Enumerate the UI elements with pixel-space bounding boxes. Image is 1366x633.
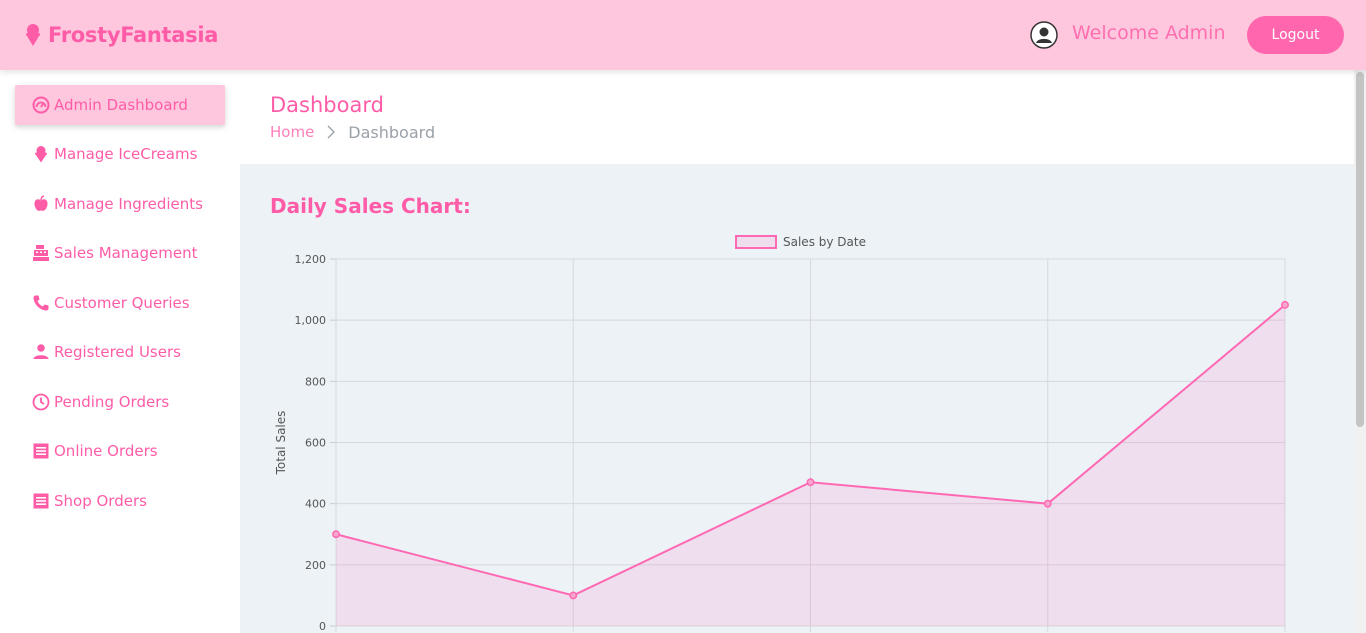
sidebar-item-label: Manage IceCreams xyxy=(54,145,198,163)
legend-swatch xyxy=(735,235,777,249)
dashboard-icon xyxy=(32,96,50,114)
brand-name: FrostyFantasia xyxy=(48,23,219,47)
welcome-text: Welcome Admin xyxy=(1072,22,1226,44)
sidebar-item-label: Online Orders xyxy=(54,442,158,460)
y-axis-label: Total Sales xyxy=(274,411,288,476)
sidebar-item-manage-ingredients[interactable]: Manage Ingredients xyxy=(15,184,225,224)
apple-icon xyxy=(34,195,48,211)
sidebar-item-sales-management[interactable]: Sales Management xyxy=(15,233,225,273)
y-tick-label: 800 xyxy=(305,375,326,388)
logout-button[interactable]: Logout xyxy=(1247,16,1344,54)
ice-cream-icon xyxy=(35,146,47,163)
scrollbar-thumb[interactable] xyxy=(1356,72,1364,427)
sidebar-item-label: Manage Ingredients xyxy=(54,195,203,213)
clock-icon xyxy=(32,393,50,411)
y-tick-label: 200 xyxy=(305,559,326,572)
cash-register-icon xyxy=(33,245,49,261)
sidebar-item-manage-icecreams[interactable]: Manage IceCreams xyxy=(15,134,225,174)
data-point xyxy=(1281,300,1289,309)
sidebar-item-label: Shop Orders xyxy=(54,492,147,510)
data-point xyxy=(569,591,578,600)
main-content: Daily Sales Chart: 0 200 400 600 800 1,000 1,2… xyxy=(240,164,1354,633)
user-avatar-icon[interactable] xyxy=(1030,21,1058,49)
sidebar-item-admin-dashboard[interactable]: Admin Dashboard xyxy=(15,85,225,125)
phone-icon xyxy=(33,295,49,311)
y-tick-label: 1,200 xyxy=(295,253,327,266)
page-header: Dashboard Home Dashboard xyxy=(240,70,1354,164)
sidebar-item-label: Admin Dashboard xyxy=(54,96,188,114)
chevron-right-icon xyxy=(327,125,336,139)
sidebar-item-label: Pending Orders xyxy=(54,393,170,411)
y-tick-label: 400 xyxy=(305,498,326,511)
sidebar-item-label: Customer Queries xyxy=(54,294,190,312)
sidebar-item-label: Registered Users xyxy=(54,343,181,361)
legend-label: Sales by Date xyxy=(783,235,866,249)
brand-logo[interactable]: FrostyFantasia xyxy=(24,20,218,50)
page-title: Dashboard xyxy=(270,93,384,117)
page-scrollbar[interactable] xyxy=(1354,70,1366,633)
sidebar-item-shop-orders[interactable]: Shop Orders xyxy=(15,481,225,521)
y-tick-label: 0 xyxy=(319,620,326,633)
top-header: FrostyFantasia Welcome Admin Logout xyxy=(0,0,1366,70)
person-icon xyxy=(33,344,49,359)
sidebar-item-online-orders[interactable]: Online Orders xyxy=(15,431,225,471)
y-tick-label: 1,000 xyxy=(295,314,327,327)
sidebar-item-customer-queries[interactable]: Customer Queries xyxy=(15,283,225,323)
sidebar-item-label: Sales Management xyxy=(54,244,198,262)
y-tick-label: 600 xyxy=(305,437,326,450)
breadcrumb-home-link[interactable]: Home xyxy=(270,123,314,141)
data-point xyxy=(332,530,340,539)
sales-chart: 0 200 400 600 800 1,000 1,200 Total Sales Sales … xyxy=(274,235,1289,633)
breadcrumb: Home Dashboard xyxy=(270,122,435,142)
sidebar: Admin Dashboard Manage IceCreams Manage … xyxy=(0,70,240,633)
sidebar-item-registered-users[interactable]: Registered Users xyxy=(15,332,225,372)
breadcrumb-current: Dashboard xyxy=(348,122,436,142)
data-point xyxy=(1043,499,1052,508)
list-icon xyxy=(33,443,49,459)
data-point xyxy=(806,478,815,487)
ice-cream-icon xyxy=(26,24,40,46)
list-icon xyxy=(33,493,49,509)
sidebar-item-pending-orders[interactable]: Pending Orders xyxy=(15,382,225,422)
